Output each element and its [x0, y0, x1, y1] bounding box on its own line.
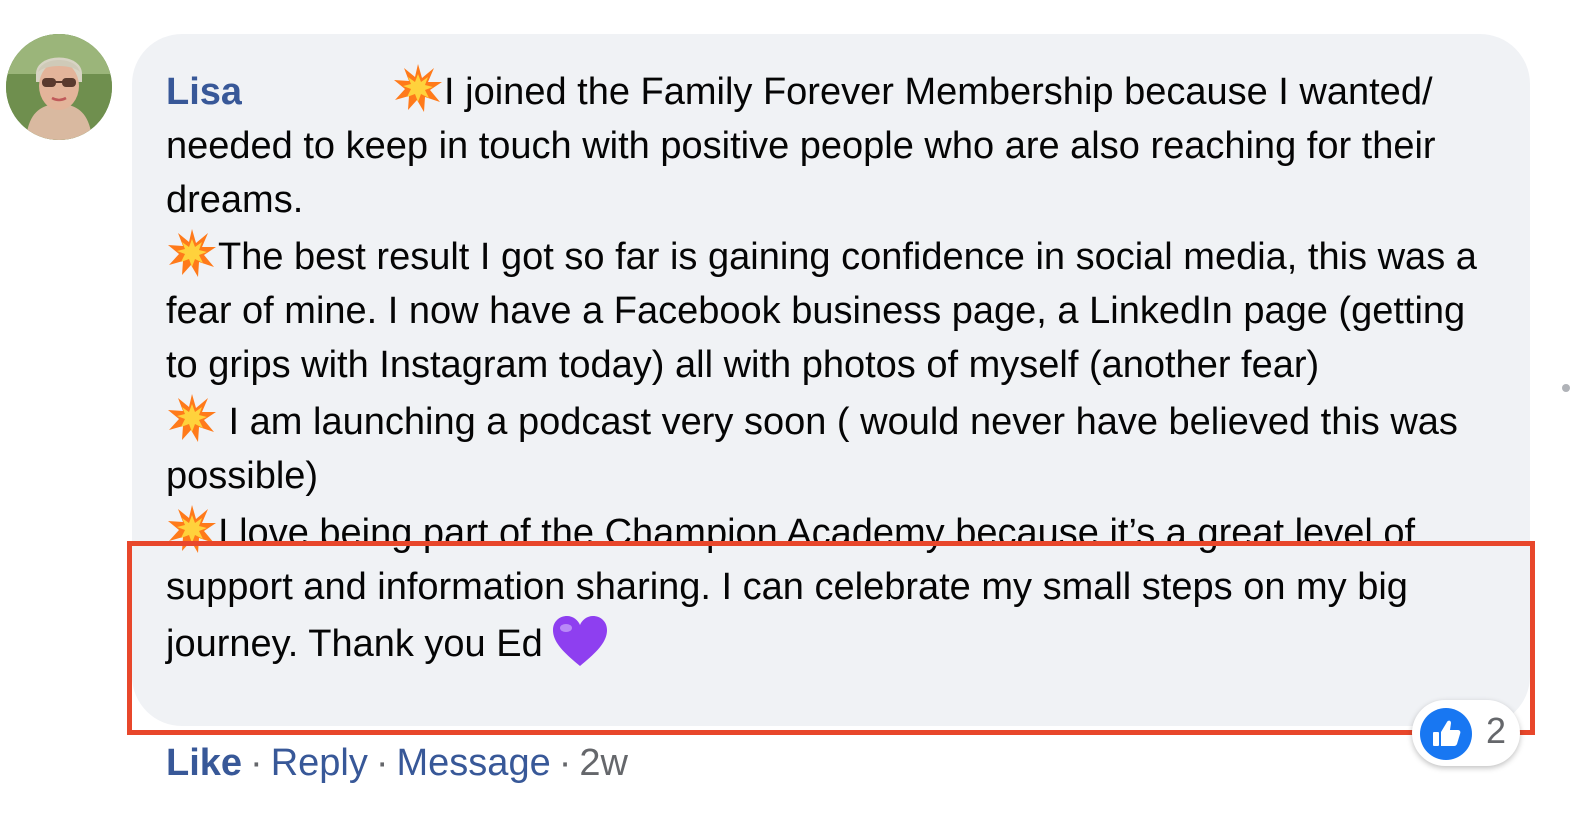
collision-burst-icon [166, 392, 218, 444]
separator: · [558, 742, 572, 784]
collision-burst-icon [166, 227, 218, 279]
separator: · [250, 742, 263, 784]
reaction-count[interactable]: 2 [1412, 700, 1520, 766]
avatar[interactable] [6, 34, 112, 140]
author-name[interactable]: Lisa [166, 71, 242, 113]
comment-paragraph: The best result I got so far is gaining … [166, 227, 1506, 392]
comment-paragraph: Lisa I joined the Family Forever Membersh… [166, 62, 1506, 227]
comment-paragraph: I am launching a podcast very soon ( wou… [166, 392, 1506, 503]
comment-paragraph-highlighted: I love being part of the Champion Academ… [166, 503, 1506, 671]
scroll-indicator [1562, 384, 1570, 392]
timestamp[interactable]: 2w [579, 742, 628, 784]
collision-burst-icon [166, 503, 218, 555]
comment-body: Lisa I joined the Family Forever Membersh… [166, 62, 1506, 671]
comment-screenshot: Lisa I joined the Family Forever Membersh… [0, 0, 1584, 817]
separator: · [375, 742, 389, 784]
message-button[interactable]: Message [397, 742, 551, 784]
redacted-surname [242, 78, 393, 109]
thumbs-up-icon [1420, 708, 1472, 760]
reply-button[interactable]: Reply [271, 742, 368, 784]
collision-burst-icon [392, 62, 444, 114]
like-button[interactable]: Like [166, 742, 242, 784]
purple-heart-icon [551, 614, 609, 668]
comment-actions: Like · Reply · Message · 2w [166, 736, 628, 790]
reaction-count-text: 2 [1486, 710, 1507, 751]
